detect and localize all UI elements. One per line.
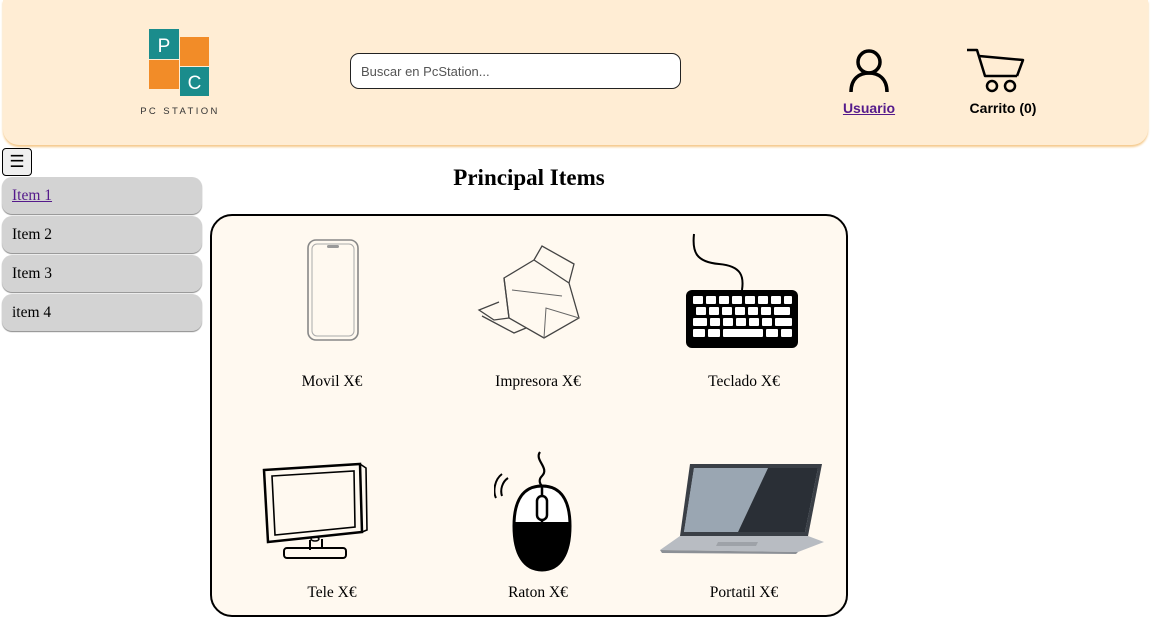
header: P C PC STATION Usuario Carrito (0): [3, 0, 1148, 145]
logo-mark: P C: [139, 26, 221, 106]
sidebar-item-4[interactable]: item 4: [2, 294, 202, 331]
sidebar-item-3[interactable]: Item 3: [2, 255, 202, 292]
sidebar-item-2[interactable]: Item 2: [2, 216, 202, 253]
user-link[interactable]: Usuario: [823, 100, 915, 116]
mouse-icon: [494, 450, 574, 574]
cart-icon[interactable]: [965, 46, 1027, 94]
product-panel: Movil X€ Impresora X€: [210, 214, 848, 617]
pc-station-logo[interactable]: P C PC STATION: [139, 26, 221, 118]
sidebar: Item 1 Item 2 Item 3 item 4: [2, 177, 202, 333]
tv-icon: [260, 460, 368, 564]
laptop-icon: [658, 462, 824, 554]
sidebar-item-label: item 4: [12, 304, 51, 321]
product-card-movil[interactable]: Movil X€: [226, 216, 438, 416]
product-card-portatil[interactable]: Portatil X€: [638, 416, 850, 616]
logo-letter-c: C: [188, 73, 202, 94]
sidebar-item-label: Item 2: [12, 226, 52, 243]
product-label: Movil X€: [226, 373, 438, 391]
product-label: Portatil X€: [638, 584, 850, 602]
phone-icon: [306, 238, 360, 342]
product-label: Raton X€: [432, 584, 644, 602]
printer-icon: [474, 238, 592, 346]
keyboard-icon: [684, 232, 800, 350]
logo-letter-p: P: [158, 36, 171, 57]
product-label: Tele X€: [226, 584, 438, 602]
sidebar-item-label: Item 3: [12, 265, 52, 282]
product-label: Impresora X€: [432, 373, 644, 391]
product-card-raton[interactable]: Raton X€: [432, 416, 644, 616]
user-icon[interactable]: [846, 48, 892, 94]
page-title: Principal Items: [210, 165, 848, 191]
product-label: Teclado X€: [638, 373, 850, 391]
search-input[interactable]: [350, 53, 681, 89]
product-card-teclado[interactable]: Teclado X€: [638, 216, 850, 416]
menu-toggle-button[interactable]: ☰: [2, 148, 32, 176]
product-card-tele[interactable]: Tele X€: [226, 416, 438, 616]
sidebar-item-1[interactable]: Item 1: [2, 177, 202, 214]
logo-text: PC STATION: [139, 106, 221, 117]
sidebar-item-label[interactable]: Item 1: [12, 187, 52, 204]
product-card-impresora[interactable]: Impresora X€: [432, 216, 644, 416]
cart-link[interactable]: Carrito (0): [953, 100, 1053, 116]
